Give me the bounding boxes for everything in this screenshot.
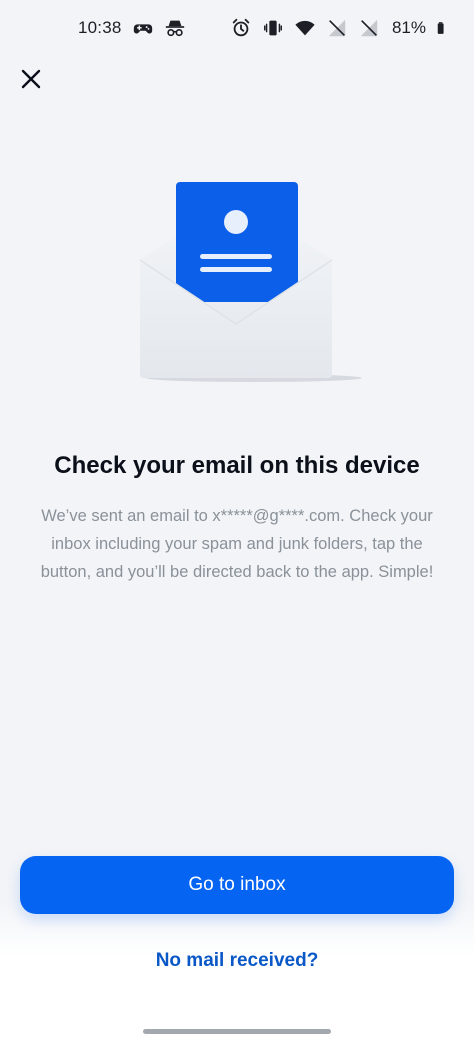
- page-title: Check your email on this device: [54, 452, 420, 479]
- alarm-icon: [232, 18, 250, 37]
- letter-avatar: [224, 210, 248, 234]
- vibrate-icon: [263, 20, 282, 36]
- go-to-inbox-button[interactable]: Go to inbox: [20, 856, 454, 914]
- status-time: 10:38: [78, 18, 122, 37]
- no-signal-icon: [360, 19, 378, 37]
- no-signal-icon: [328, 19, 346, 37]
- status-bar: 10:38 81%: [0, 0, 474, 56]
- close-icon: [21, 69, 41, 89]
- status-left: 10:38: [78, 17, 186, 39]
- incognito-icon: [165, 20, 184, 37]
- battery-icon: [437, 22, 444, 34]
- no-mail-received-link[interactable]: No mail received?: [0, 950, 474, 972]
- status-right: 81%: [230, 17, 450, 39]
- home-indicator[interactable]: [143, 1029, 331, 1034]
- instruction-text: We’ve sent an email to x*****@g****.com.…: [40, 507, 434, 581]
- gamepad-icon: [133, 24, 152, 34]
- envelope-illustration: [139, 182, 362, 382]
- wifi-icon: [295, 20, 315, 36]
- close-button[interactable]: [16, 64, 46, 94]
- letter-card: [176, 182, 298, 302]
- battery-percent: 81%: [391, 18, 426, 37]
